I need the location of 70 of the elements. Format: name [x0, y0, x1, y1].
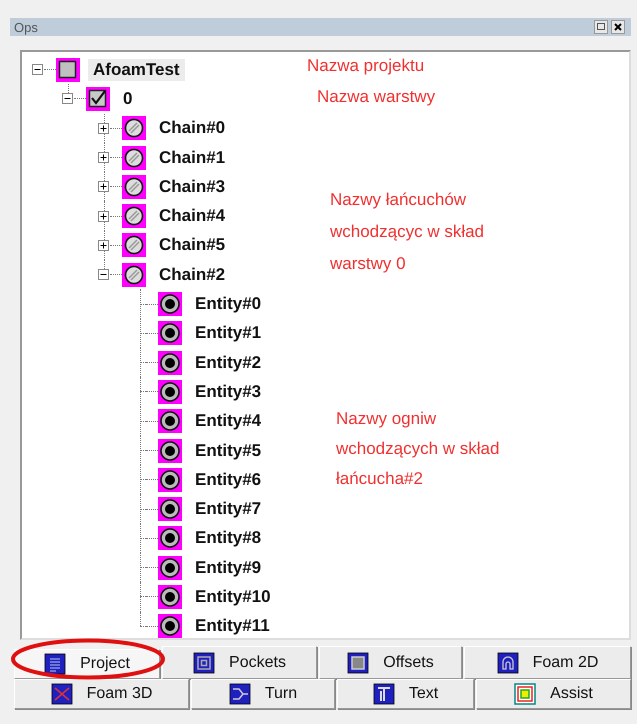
- collapse-toggle[interactable]: [32, 64, 43, 76]
- chain-icon: [122, 116, 146, 140]
- expand-toggle[interactable]: [98, 240, 109, 251]
- annotation-text: Nazwa warstwy: [317, 86, 436, 108]
- entity-icon: [158, 614, 182, 638]
- tree-item[interactable]: Entity#6: [190, 468, 266, 491]
- tab[interactable]: Foam 2D: [464, 646, 631, 679]
- expand-toggle[interactable]: [98, 122, 109, 134]
- tree-item[interactable]: Chain#3: [154, 176, 230, 198]
- restore-icon[interactable]: [594, 20, 608, 34]
- entity-icon: [158, 321, 182, 346]
- window-title: Ops: [14, 20, 38, 34]
- tree-item[interactable]: Entity#3: [190, 380, 266, 403]
- tab-icon: [372, 683, 395, 705]
- annotation-text: Nazwa projektu: [307, 55, 424, 77]
- expand-toggle[interactable]: [98, 181, 109, 192]
- tree-item[interactable]: Entity#7: [190, 498, 266, 520]
- tab[interactable]: Pockets: [162, 646, 317, 679]
- tree-item[interactable]: Entity#9: [190, 556, 266, 579]
- tree-item[interactable]: Entity#5: [190, 440, 266, 462]
- tab[interactable]: Text: [337, 679, 474, 709]
- annotation-text: Nazwy łańcuchów wchodzącyc w skład warstwy 0: [330, 189, 484, 275]
- entity-icon: [158, 438, 182, 462]
- chain-icon: [122, 146, 146, 170]
- tree-item[interactable]: Chain#0: [154, 117, 230, 140]
- annotation-text: Nazwy ogniw wchodzących w skład łańcucha#2: [336, 408, 500, 490]
- tab-icon: [44, 653, 66, 675]
- chain-icon: [122, 233, 146, 258]
- tree-item[interactable]: Entity#10: [190, 586, 276, 608]
- tab[interactable]: Assist: [476, 679, 631, 709]
- tab-icon: [228, 683, 251, 705]
- tree-item[interactable]: AfoamTest: [88, 58, 185, 81]
- tree-item[interactable]: Chain#5: [154, 234, 230, 256]
- entity-icon: [158, 556, 182, 580]
- tab[interactable]: Foam 3D: [14, 679, 189, 709]
- tree-item[interactable]: Entity#4: [190, 410, 266, 432]
- chain-icon: [122, 174, 146, 199]
- entity-icon: [158, 409, 182, 434]
- tree-item[interactable]: Chain#1: [154, 146, 230, 169]
- entity-icon: [158, 380, 182, 404]
- project-icon: [56, 58, 80, 82]
- entity-icon: [158, 350, 182, 375]
- tree-item[interactable]: 0: [118, 88, 138, 110]
- chain-icon: [122, 204, 146, 228]
- tree-item[interactable]: Chain#4: [154, 205, 230, 228]
- tree-item[interactable]: Entity#0: [190, 293, 266, 316]
- tree-item[interactable]: Entity#2: [190, 352, 266, 374]
- collapse-toggle[interactable]: [98, 269, 109, 280]
- layer-checkbox[interactable]: [86, 86, 110, 111]
- expand-toggle[interactable]: [98, 152, 109, 164]
- tree-item[interactable]: Entity#8: [190, 527, 266, 550]
- tree-item[interactable]: Entity#1: [190, 322, 266, 344]
- tab-icon: [514, 683, 536, 705]
- tab[interactable]: Turn: [191, 679, 335, 709]
- entity-icon: [158, 526, 182, 550]
- tab-icon: [496, 652, 519, 674]
- collapse-toggle[interactable]: [62, 93, 73, 104]
- tab-icon: [347, 652, 370, 674]
- tree-item[interactable]: Entity#11: [190, 615, 275, 638]
- entity-icon: [158, 584, 182, 609]
- entity-icon: [158, 468, 182, 492]
- tree-item[interactable]: Chain#2: [154, 264, 230, 286]
- entity-icon: [158, 497, 182, 522]
- close-icon[interactable]: [611, 20, 625, 34]
- entity-icon: [158, 292, 182, 316]
- tab[interactable]: Offsets: [319, 646, 462, 679]
- expand-toggle[interactable]: [98, 210, 109, 222]
- tab-icon: [193, 652, 216, 674]
- chain-icon: [122, 262, 146, 287]
- tab-icon: [50, 683, 73, 705]
